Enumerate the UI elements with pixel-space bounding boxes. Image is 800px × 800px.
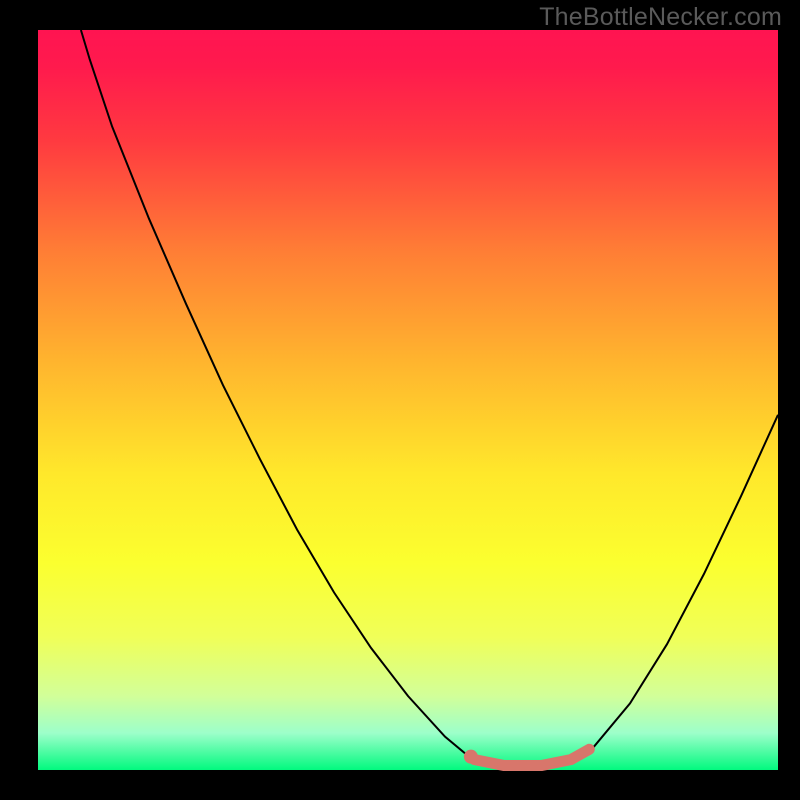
chart-container: TheBottleNecker.com [0,0,800,800]
series-highlight-dot [464,750,478,764]
chart-svg [0,0,800,800]
watermark-text: TheBottleNecker.com [539,3,782,32]
plot-background [38,30,778,770]
